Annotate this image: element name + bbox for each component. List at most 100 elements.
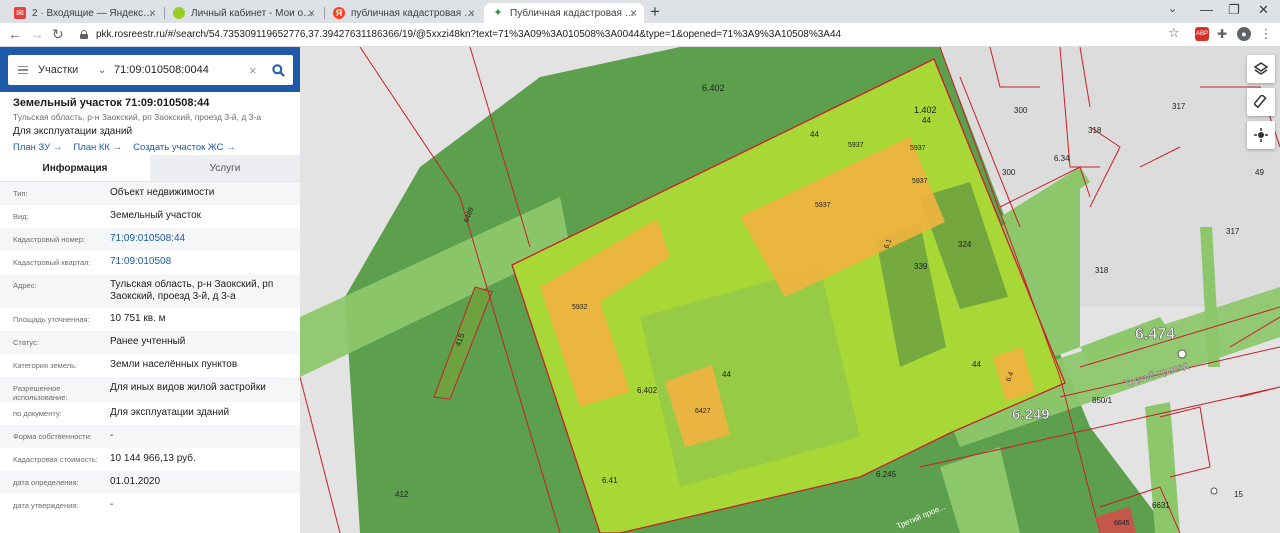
map-label-b324: 324 bbox=[958, 240, 972, 249]
adblock-icon[interactable]: ABP bbox=[1195, 27, 1209, 41]
search-button[interactable] bbox=[263, 55, 293, 85]
map-label-b5932: 5932 bbox=[572, 304, 588, 311]
yandex-icon: Я bbox=[333, 7, 345, 19]
tab-search-icon[interactable]: ⌄ bbox=[1168, 2, 1177, 15]
row-key: Форма собственности: bbox=[13, 432, 92, 441]
map-label-zone-top: 6.402 bbox=[702, 83, 725, 93]
cadastral-map[interactable]: 6.474 6.249 6.402 1.402 6.402 6.245 6.41… bbox=[300, 47, 1280, 533]
map-pin-icon[interactable] bbox=[1210, 487, 1218, 495]
table-row: дата определения: 01.01.2020 bbox=[0, 471, 300, 494]
bookmark-star-icon[interactable]: ☆ bbox=[1168, 25, 1180, 41]
close-tab-icon[interactable]: × bbox=[308, 6, 315, 20]
tab-title: Публичная кадастровая карта bbox=[510, 7, 636, 19]
table-row: Кадастровый квартал: 71:09:010508 bbox=[0, 251, 300, 274]
map-label-b339: 339 bbox=[914, 262, 928, 271]
cadastral-number-link[interactable]: 71:09:010508:44 bbox=[110, 228, 296, 250]
crosshair-icon bbox=[1254, 128, 1268, 142]
table-row: по документу: Для эксплуатации зданий bbox=[0, 402, 300, 425]
map-label-b850: 850/1 bbox=[1092, 396, 1113, 405]
locate-button[interactable] bbox=[1247, 121, 1275, 149]
object-use: Для эксплуатации зданий bbox=[13, 126, 133, 137]
row-value: 10 144 966,13 руб. bbox=[110, 453, 196, 464]
tab-title: Личный кабинет - Мои объявления bbox=[191, 7, 314, 19]
map-label-b5937b: 5937 bbox=[910, 145, 926, 152]
browser-tab-mail[interactable]: ✉ 2 · Входящие — Яндекс.Почта × bbox=[6, 3, 163, 23]
close-window-icon[interactable]: ✕ bbox=[1258, 2, 1269, 18]
map-label-b44d: 44 bbox=[972, 360, 981, 369]
browser-tab-yandex[interactable]: Я публичная кадастровая карта — Я × bbox=[325, 3, 482, 23]
map-label-b44b: 44 bbox=[922, 116, 931, 125]
address-bar[interactable]: pkk.rosreestr.ru/#/search/54.73530911965… bbox=[70, 25, 1160, 44]
restore-icon[interactable]: ❐ bbox=[1228, 2, 1240, 18]
reload-icon[interactable]: ↻ bbox=[52, 26, 64, 43]
map-label-zone-right: 6.34 bbox=[1054, 154, 1070, 163]
forward-icon[interactable]: → bbox=[30, 26, 44, 42]
extensions-icon[interactable]: ✚ bbox=[1215, 27, 1229, 41]
table-row: Кадастровый номер: 71:09:010508:44 bbox=[0, 228, 300, 251]
search-bar: Участки ⌄ 71:09:010508:0044 × bbox=[8, 55, 293, 85]
plan-zu-link[interactable]: План ЗУ → bbox=[13, 142, 62, 153]
ruler-icon bbox=[1254, 95, 1267, 109]
close-tab-icon[interactable]: × bbox=[468, 6, 475, 20]
browser-tab-pkk[interactable]: ✦ Публичная кадастровая карта × bbox=[484, 3, 644, 23]
browser-tab-avito[interactable]: Личный кабинет - Мои объявления × bbox=[165, 3, 322, 23]
back-icon[interactable]: ← bbox=[8, 26, 22, 42]
tab-title: 2 · Входящие — Яндекс.Почта bbox=[32, 7, 155, 19]
map-label-b318b: 318 bbox=[1095, 266, 1109, 275]
url-text: pkk.rosreestr.ru/#/search/54.73530911965… bbox=[96, 29, 842, 40]
object-address: Тульская область, р-н Заокский, рп Заокс… bbox=[13, 112, 261, 122]
close-tab-icon[interactable]: × bbox=[149, 6, 156, 20]
row-key: Кадастровый номер: bbox=[13, 235, 86, 244]
map-label-b49: 49 bbox=[1255, 168, 1264, 177]
map-label-b317b: 317 bbox=[1226, 227, 1240, 236]
map-label-zone-top2: 1.402 bbox=[914, 105, 937, 115]
table-row: Категория земель: Земли населённых пункто… bbox=[0, 354, 300, 377]
row-value: Тульская область, р-н Заокский, рп Заокс… bbox=[110, 279, 274, 302]
tab-services[interactable]: Услуги bbox=[150, 155, 300, 181]
menu-icon[interactable] bbox=[18, 64, 28, 77]
row-key: дата определения: bbox=[13, 478, 79, 487]
layers-button[interactable] bbox=[1247, 55, 1275, 83]
clear-icon[interactable]: × bbox=[249, 63, 263, 78]
browser-tab-strip: ✉ 2 · Входящие — Яндекс.Почта × Личный к… bbox=[0, 0, 1280, 23]
create-parcel-link[interactable]: Создать участок ЖС → bbox=[133, 142, 235, 153]
row-value: 10 751 кв. м bbox=[110, 313, 166, 324]
browser-toolbar: ← → ↻ pkk.rosreestr.ru/#/search/54.73530… bbox=[0, 23, 1280, 47]
map-label-b6427: 6427 bbox=[695, 408, 711, 415]
info-tabs: Информация Услуги bbox=[0, 155, 300, 182]
object-header: Земельный участок 71:09:010508:44 Тульск… bbox=[0, 92, 300, 155]
close-tab-icon[interactable]: × bbox=[630, 6, 637, 20]
row-value: - bbox=[110, 430, 114, 441]
row-value: Земли населённых пунктов bbox=[110, 359, 238, 370]
map-label-zone-big: 6.474 bbox=[1135, 326, 1175, 343]
info-table: Тип: Объект недвижимости Вид: Земельный уч… bbox=[0, 182, 300, 517]
chevron-down-icon[interactable]: ⌄ bbox=[98, 65, 114, 76]
menu-icon[interactable]: ⋮ bbox=[1259, 27, 1273, 41]
search-type-select[interactable]: Участки bbox=[38, 64, 98, 76]
minimize-icon[interactable]: — bbox=[1200, 2, 1213, 17]
search-input[interactable]: 71:09:010508:0044 bbox=[114, 64, 249, 76]
pkk-icon: ✦ bbox=[493, 7, 503, 19]
avatar[interactable]: ● bbox=[1237, 27, 1251, 41]
row-value: 01.01.2020 bbox=[110, 476, 161, 487]
new-tab-button[interactable]: + bbox=[650, 2, 660, 22]
row-key: Вид: bbox=[13, 212, 29, 221]
table-row: Форма собственности: - bbox=[0, 425, 300, 448]
map-label-b44a: 44 bbox=[810, 130, 819, 139]
search-header: Участки ⌄ 71:09:010508:0044 × bbox=[0, 47, 300, 92]
map-pin-icon[interactable] bbox=[1177, 349, 1187, 359]
map-label-b5937c: 5937 bbox=[912, 178, 928, 185]
cadastral-quarter-link[interactable]: 71:09:010508 bbox=[110, 251, 296, 273]
map-label-b317: 317 bbox=[1172, 102, 1186, 111]
object-links: План ЗУ → План КК → Создать участок ЖС → bbox=[13, 142, 287, 153]
row-key: Адрес: bbox=[13, 281, 37, 290]
ruler-button[interactable] bbox=[1247, 88, 1275, 116]
plan-kk-link[interactable]: План КК → bbox=[73, 142, 122, 153]
layers-icon bbox=[1254, 62, 1268, 75]
tab-information[interactable]: Информация bbox=[0, 155, 150, 181]
table-row: Адрес: Тульская область, р-н Заокский, рп… bbox=[0, 274, 300, 308]
lock-icon bbox=[80, 30, 88, 39]
map-label-b300b: 300 bbox=[1002, 168, 1016, 177]
map-label-zone-mid: 6.249 bbox=[1012, 406, 1050, 423]
row-value: Ранее учтенный bbox=[110, 336, 186, 347]
